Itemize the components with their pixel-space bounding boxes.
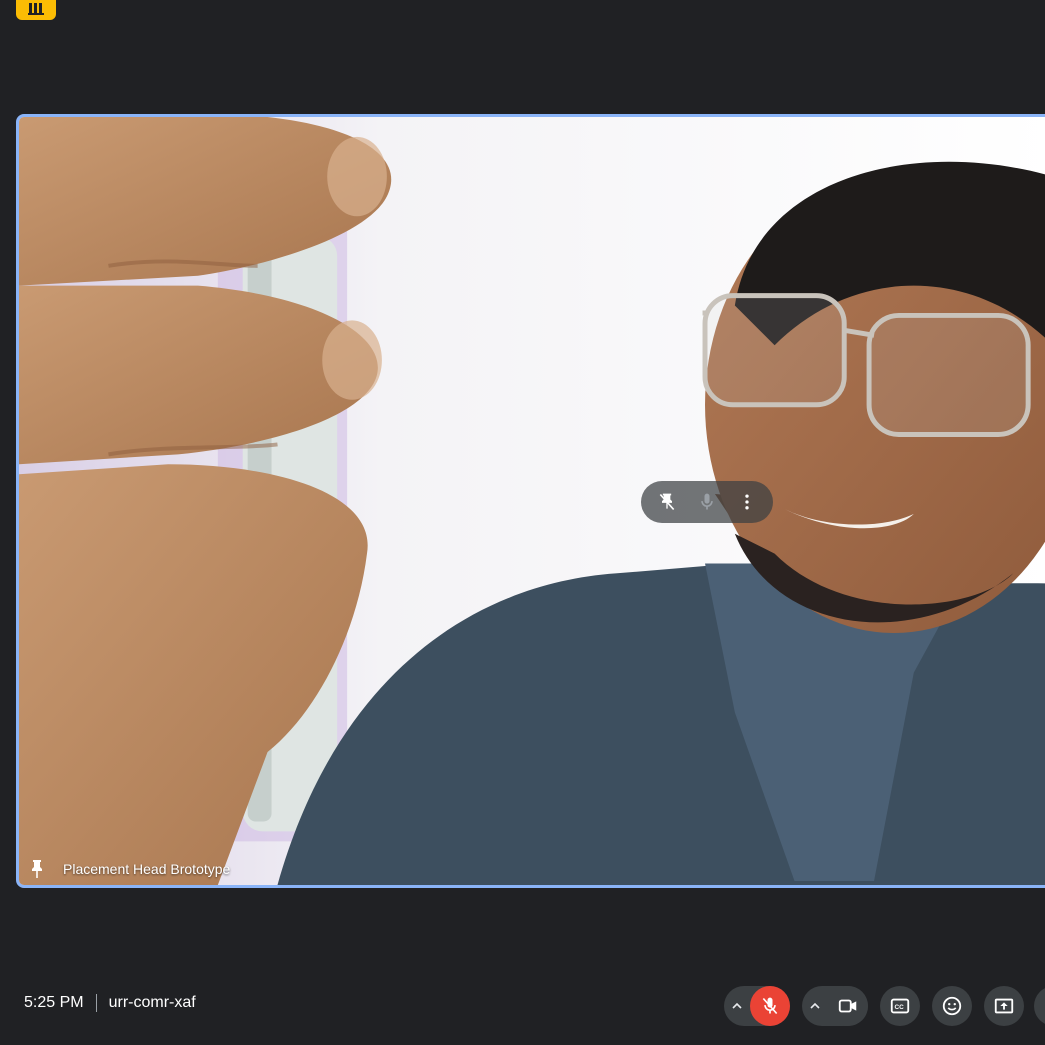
captions-button[interactable]: CC [880, 986, 920, 1026]
unpin-icon [659, 493, 675, 511]
participant-name-label: Placement Head Brototype [29, 859, 230, 879]
camera-toggle-button[interactable] [828, 986, 868, 1026]
meet-window: Placement Head Brototype 5:25 PM urr-com… [0, 0, 1045, 1045]
participant-tile[interactable]: Placement Head Brototype [16, 114, 1045, 888]
mic-control-group [724, 986, 790, 1026]
more-options-button-partial[interactable] [1034, 986, 1045, 1026]
audio-options-button[interactable] [724, 986, 750, 1026]
unpin-button[interactable] [651, 486, 683, 518]
participant-video [19, 117, 1045, 885]
chevron-up-icon [810, 1002, 820, 1009]
mute-participant-button[interactable] [691, 486, 723, 518]
call-controls: CC [724, 986, 1024, 1026]
meeting-time: 5:25 PM [24, 994, 84, 1011]
svg-text:CC: CC [895, 1004, 905, 1011]
videocam-icon [838, 999, 857, 1013]
more-options-button[interactable] [731, 486, 763, 518]
mic-toggle-button[interactable] [750, 986, 790, 1026]
present-button[interactable] [984, 986, 1024, 1026]
meeting-info: 5:25 PM urr-comr-xaf [24, 994, 196, 1012]
tile-hover-controls [641, 481, 773, 523]
video-options-button[interactable] [802, 986, 828, 1026]
chevron-up-icon [732, 1002, 742, 1009]
pin-icon [32, 860, 42, 878]
participant-name: Placement Head Brototype [63, 861, 231, 877]
emoji-icon [942, 996, 962, 1016]
present-screen-icon [994, 998, 1014, 1014]
separator [95, 994, 97, 1012]
mic-icon [701, 493, 713, 510]
meeting-code[interactable]: urr-comr-xaf [109, 994, 196, 1012]
more-vert-icon [745, 494, 749, 510]
grid-icon [28, 3, 44, 15]
closed-caption-icon: CC [890, 998, 910, 1014]
activities-badge[interactable] [16, 0, 56, 20]
mic-off-icon [762, 997, 778, 1015]
camera-control-group [802, 986, 868, 1026]
reactions-button[interactable] [932, 986, 972, 1026]
